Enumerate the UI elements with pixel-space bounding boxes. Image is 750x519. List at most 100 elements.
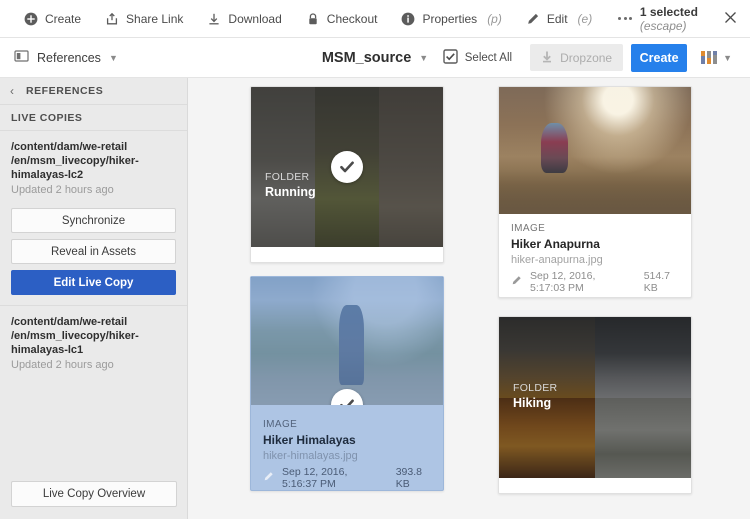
pencil-icon [526,12,540,26]
live-copies-section-title: LIVE COPIES [0,105,187,131]
card-asset-hiker-anapurna[interactable]: IMAGE Hiker Anapurna hiker-anapurna.jpg … [498,86,692,298]
folder-label: FOLDER Running [265,171,316,199]
asset-filename: hiker-himalayas.jpg [263,450,431,462]
content-toolbar: References ▼ MSM_source ▼ Select All Dro… [0,38,750,78]
asset-metadata: IMAGE Hiker Himalayas hiker-himalayas.jp… [251,405,443,491]
asset-size: 514.7 KB [644,270,679,294]
pencil-icon [263,471,274,485]
references-rail-title: REFERENCES [26,85,103,97]
live-copy-path-line2: /en/msm_livecopy/hiker-himalayas-lc2 [11,154,176,182]
live-copy-overview-button[interactable]: Live Copy Overview [11,481,177,507]
action-share-link[interactable]: Share Link [93,0,195,38]
selection-action-bar: Create Share Link Download Checkout Prop [0,0,750,38]
asset-size: 393.8 KB [396,466,431,490]
references-toggle-button[interactable]: References ▼ [0,38,132,77]
card-folder-running[interactable]: FOLDER Running [250,86,444,263]
asset-thumbnail [251,277,443,405]
synchronize-label: Synchronize [62,215,125,227]
dropzone-label: Dropzone [560,51,612,65]
asset-modified-date: Sep 12, 2016, 5:16:37 PM [282,466,382,490]
download-arrow-icon [541,50,553,66]
asset-filename: hiker-anapurna.jpg [511,254,679,266]
action-properties-shortcut: (p) [487,12,502,26]
asset-title: Hiker Himalayas [263,433,431,447]
selection-tint-overlay [251,277,443,405]
page-title: MSM_source [322,50,411,66]
action-create-label: Create [45,12,81,26]
checkbox-checked-icon [443,49,458,67]
asset-card-grid: FOLDER Running IMAGE Hiker Anapurna hike… [188,78,750,519]
action-download-label: Download [228,12,281,26]
live-copy-updated: Updated 2 hours ago [11,359,176,371]
edit-live-copy-button[interactable]: Edit Live Copy [11,270,176,295]
folder-thumbnail: FOLDER Running [251,87,443,247]
asset-title: Hiker Anapurna [511,237,679,251]
create-button[interactable]: Create [631,44,687,72]
folder-card-footer [251,247,443,263]
action-download[interactable]: Download [195,0,293,38]
folder-name: Running [265,185,316,199]
view-switcher-button[interactable]: ▼ [687,51,742,64]
live-copy-path-line1: /content/dam/we-retail [11,140,176,154]
column-view-icon [701,51,717,64]
references-toggle-label: References [37,51,101,65]
folder-title-button[interactable]: MSM_source ▼ [322,50,428,66]
asset-kind-label: IMAGE [263,419,431,430]
selection-count: 1 selected (escape) [640,5,714,33]
reveal-in-assets-label: Reveal in Assets [51,246,136,258]
chevron-down-icon: ▼ [109,53,118,63]
download-icon [207,12,221,26]
folder-name: Hiking [513,396,557,410]
action-share-link-label: Share Link [126,12,183,26]
asset-modified-row: Sep 12, 2016, 5:17:03 PM 514.7 KB [511,270,679,294]
live-copy-path-line1: /content/dam/we-retail [11,315,176,329]
action-checkout-label: Checkout [327,12,378,26]
action-checkout[interactable]: Checkout [294,0,390,38]
action-edit-label: Edit [547,12,568,26]
chevron-left-icon[interactable]: ‹ [10,84,14,98]
action-edit[interactable]: Edit (e) [514,0,604,38]
action-properties[interactable]: Properties (p) [389,0,513,38]
folder-kind-label: FOLDER [265,171,316,183]
select-all-label: Select All [465,52,512,64]
card-folder-hiking[interactable]: FOLDER Hiking [498,316,692,494]
select-all-button[interactable]: Select All [433,38,522,77]
create-circle-plus-icon [24,12,38,26]
action-properties-label: Properties [422,12,477,26]
more-dots-icon [618,17,632,20]
live-copy-updated: Updated 2 hours ago [11,184,176,196]
synchronize-button[interactable]: Synchronize [11,208,176,233]
create-button-label: Create [640,51,679,65]
references-rail: ‹ REFERENCES LIVE COPIES /content/dam/we… [0,78,188,519]
info-circle-icon [401,12,415,26]
card-asset-hiker-himalayas[interactable]: IMAGE Hiker Himalayas hiker-himalayas.jp… [250,276,444,491]
selection-count-text: 1 selected [640,5,698,19]
asset-thumbnail [499,87,691,214]
folder-label: FOLDER Hiking [513,382,557,410]
selection-check-icon[interactable] [331,151,363,183]
asset-metadata: IMAGE Hiker Anapurna hiker-anapurna.jpg … [499,214,691,298]
action-edit-shortcut: (e) [578,12,593,26]
pencil-icon [511,275,522,289]
toolbar-right-group: Select All Dropzone Create ▼ [433,38,750,77]
asset-kind-label: IMAGE [511,223,679,234]
reveal-in-assets-button[interactable]: Reveal in Assets [11,239,176,264]
selection-status: 1 selected (escape) [640,5,750,33]
references-panel-icon [14,49,29,66]
dropzone-button[interactable]: Dropzone [530,44,623,71]
folder-card-footer [499,478,691,494]
more-options-button[interactable] [610,0,640,38]
chevron-down-icon: ▼ [419,53,428,63]
chevron-down-icon: ▼ [723,53,732,63]
lock-icon [306,12,320,26]
asset-image [499,87,691,214]
folder-kind-label: FOLDER [513,382,557,394]
live-copy-overview-area: Live Copy Overview [0,471,188,519]
close-selection-button[interactable] [724,11,737,27]
action-create[interactable]: Create [12,0,93,38]
asset-modified-row: Sep 12, 2016, 5:16:37 PM 393.8 KB [263,466,431,490]
live-copy-entry[interactable]: /content/dam/we-retail /en/msm_livecopy/… [0,131,187,305]
folder-thumbnail: FOLDER Hiking [499,317,691,478]
edit-live-copy-label: Edit Live Copy [54,277,134,289]
live-copy-entry[interactable]: /content/dam/we-retail /en/msm_livecopy/… [0,305,187,375]
